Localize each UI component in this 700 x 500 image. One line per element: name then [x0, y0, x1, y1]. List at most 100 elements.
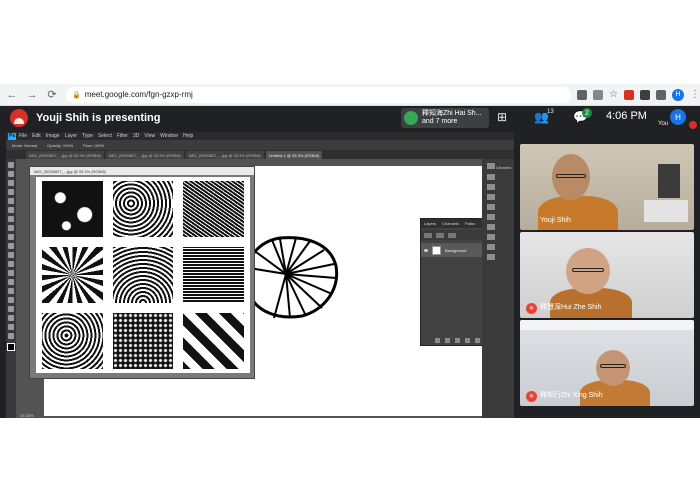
lock-icon: 🔒 [72, 91, 81, 99]
mask-icon[interactable] [455, 338, 460, 343]
healing-tool-icon[interactable] [8, 216, 14, 222]
ps-menu-file[interactable]: File [19, 133, 27, 139]
panel-icon[interactable] [487, 254, 495, 260]
new-layer-icon[interactable] [475, 338, 480, 343]
ps-menu-3d[interactable]: 3D [133, 133, 139, 139]
panel-icon[interactable] [487, 204, 495, 210]
filter-kind-dropdown[interactable] [424, 232, 432, 238]
zoom-tool-icon[interactable] [8, 333, 14, 339]
doc-tab[interactable]: IMG_20200827_...jpg @ 33.3% (RGB/8) [185, 151, 264, 159]
address-bar[interactable]: 🔒 meet.google.com/fgn-gzxp-rmj [66, 86, 571, 103]
self-mic-off-icon [689, 121, 697, 129]
profile-avatar[interactable]: H [671, 88, 684, 101]
translate-icon[interactable] [593, 89, 603, 100]
hand-tool-icon[interactable] [8, 324, 14, 330]
zentangle-reference-sheet [36, 177, 250, 373]
mic-off-icon: ✕ [526, 303, 537, 314]
link-layers-icon[interactable] [435, 338, 440, 343]
panel-icon[interactable] [487, 214, 495, 220]
brush-flow[interactable]: Flow: 100% [83, 143, 104, 148]
camera-icon[interactable] [577, 89, 587, 100]
glasses [572, 268, 604, 272]
move-tool-icon[interactable] [8, 162, 14, 168]
doc-tab[interactable]: IMG_20200827_...jpg @ 33.3% (RGB/8) [105, 151, 184, 159]
layers-panel[interactable]: Layers Channels Paths Background [420, 218, 490, 346]
adjustment-icon[interactable] [465, 338, 470, 343]
participant-name: 釋知行Zhi Xing Shih [540, 392, 603, 399]
layers-panel-tabs: Layers Channels Paths [421, 219, 489, 228]
history-brush-icon[interactable] [8, 243, 14, 249]
dodge-tool-icon[interactable] [8, 279, 14, 285]
menu-kebab-icon[interactable]: ⋮ [690, 89, 700, 100]
extension-icon[interactable] [639, 89, 650, 100]
opacity-field[interactable] [448, 232, 456, 238]
brush-mode[interactable]: Mode: Normal [12, 143, 37, 148]
layer-item[interactable]: Background [421, 243, 489, 257]
blur-tool-icon[interactable] [8, 270, 14, 276]
gradient-tool-icon[interactable] [8, 261, 14, 267]
reload-icon[interactable]: ⟳ [44, 87, 60, 103]
ps-menu-type[interactable]: Type [82, 133, 93, 139]
participant-tile[interactable]: ✕ 釋慧深Hui Zhe Shih [520, 232, 694, 318]
browser-toolbar: ← → ⟳ 🔒 meet.google.com/fgn-gzxp-rmj ☆ H… [0, 84, 700, 106]
stamp-tool-icon[interactable] [8, 234, 14, 240]
ps-menu-layer[interactable]: Layer [65, 133, 78, 139]
panel-icon[interactable] [487, 174, 495, 180]
grid-layout-icon[interactable]: ⊞ [497, 110, 507, 124]
tab-paths[interactable]: Paths [465, 221, 475, 226]
star-icon[interactable]: ☆ [609, 89, 618, 100]
panel-icon[interactable] [487, 224, 495, 230]
type-tool-icon[interactable] [8, 297, 14, 303]
extension-icon[interactable] [623, 89, 634, 100]
ps-menu-image[interactable]: Image [46, 133, 60, 139]
forward-arrow-icon[interactable]: → [24, 87, 40, 103]
ps-document-tabs: IMG_20200827_...jpg @ 33.3% (RGB/8) IMG_… [6, 150, 514, 159]
back-arrow-icon[interactable]: ← [4, 87, 20, 103]
background-frame [658, 164, 680, 198]
crop-tool-icon[interactable] [8, 198, 14, 204]
participant-tile[interactable]: ✕ 釋知行Zhi Xing Shih [520, 320, 694, 406]
marquee-tool-icon[interactable] [8, 171, 14, 177]
doc-tab-active[interactable]: Untitled-1 @ 33.3% (RGB/8) [265, 151, 323, 159]
panel-icon[interactable] [487, 184, 495, 190]
panel-icon[interactable] [487, 234, 495, 240]
blend-mode-dropdown[interactable] [436, 232, 444, 238]
ps-status-zoom: 33.33% [20, 413, 34, 418]
ps-menu-view[interactable]: View [144, 133, 155, 139]
brush-tool-icon[interactable] [8, 225, 14, 231]
path-selection-icon[interactable] [8, 306, 14, 312]
pen-tool-icon[interactable] [8, 288, 14, 294]
ps-menu-edit[interactable]: Edit [32, 133, 41, 139]
ceiling-light [520, 320, 694, 330]
lasso-tool-icon[interactable] [8, 180, 14, 186]
pattern-tile [42, 313, 103, 369]
participant-tile[interactable]: ••• Youji Shih [520, 144, 694, 230]
participant-tiles: ••• Youji Shih ✕ 釋慧深Hui Zhe Shih ✕ 釋知行Zh… [514, 130, 700, 418]
tab-channels[interactable]: Channels [442, 221, 459, 226]
ps-menu-help[interactable]: Help [183, 133, 193, 139]
eye-icon[interactable] [424, 248, 428, 252]
libraries-icon[interactable] [487, 163, 495, 169]
ps-menu-select[interactable]: Select [98, 133, 112, 139]
tab-layers[interactable]: Layers [424, 221, 436, 226]
foreground-color-swatch[interactable] [7, 343, 15, 351]
panel-icon[interactable] [487, 194, 495, 200]
self-avatar[interactable]: H [670, 109, 686, 125]
ps-logo: Ps [8, 132, 16, 140]
doc-tab[interactable]: IMG_20200827_...jpg @ 33.3% (RGB/8) [26, 151, 104, 159]
pinned-participants-chip[interactable]: 釋知海Zhi Hai Sh... and 7 more [401, 108, 489, 128]
extensions-puzzle-icon[interactable] [655, 89, 666, 100]
wand-tool-icon[interactable] [8, 189, 14, 195]
shape-tool-icon[interactable] [8, 315, 14, 321]
fx-icon[interactable] [445, 338, 450, 343]
ps-menu-filter[interactable]: Filter [117, 133, 128, 139]
ps-menu-window[interactable]: Window [160, 133, 178, 139]
panel-icon[interactable] [487, 244, 495, 250]
reference-image-window[interactable]: IMG_20200827_...jpg @ 33.3% (RGB/8) [29, 166, 255, 379]
pattern-tile [112, 181, 174, 237]
photoshop-window: Ps File Edit Image Layer Type Select Fil… [6, 132, 514, 418]
eraser-tool-icon[interactable] [8, 252, 14, 258]
brush-opacity[interactable]: Opacity: 100% [47, 143, 73, 148]
pattern-tile [112, 247, 174, 303]
eyedropper-tool-icon[interactable] [8, 207, 14, 213]
